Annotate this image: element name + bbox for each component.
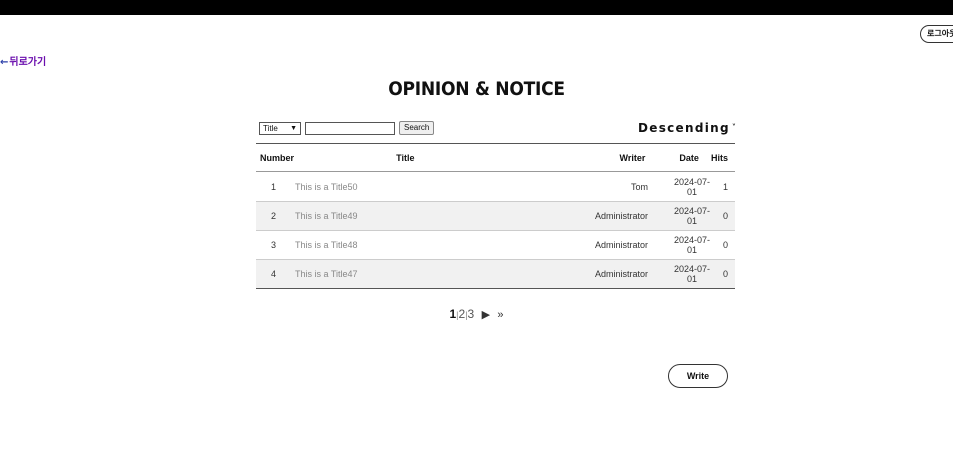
column-header-title: Title [396,152,415,163]
back-link-label: 뒤로가기 [9,57,47,68]
search-filter-select[interactable]: Title ▼ [259,121,301,135]
row-number: 3 [270,240,276,250]
row-date: 2024-07-01 [673,235,711,255]
page: 로그아웃 ←뒤로가기 OPINION & NOTICE Title ▼ Sear… [0,15,953,459]
row-hits: 0 [722,240,728,250]
page-link[interactable]: 3 [468,307,475,321]
row-writer: Tom [630,181,648,192]
row-hits: 0 [722,211,728,221]
sort-dropdown[interactable]: Descending ˅ [638,121,737,135]
next-page-icon[interactable]: ▶ [482,308,490,321]
search-bar: Title ▼ Search [259,121,435,135]
table-row[interactable]: 1 This is a Title50 Tom 2024-07-01 1 [256,172,735,201]
row-hits: 0 [722,269,728,279]
chevron-down-icon: ˅ [731,123,738,132]
page-title: OPINION & NOTICE [388,78,565,100]
row-writer: Administrator [594,269,648,279]
row-number: 4 [270,269,276,279]
table-row[interactable]: 2 This is a Title49 Administrator 2024-0… [256,201,735,230]
column-header-hits: Hits [710,152,728,163]
search-filter-value: Title [263,123,278,133]
page-link-current[interactable]: 1 [449,307,456,321]
write-button[interactable]: Write [668,364,728,388]
row-date: 2024-07-01 [673,264,711,284]
pagination: 1|2|3 ▶ » [0,307,953,321]
table-header-row: Number Title Writer Date Hits [256,144,735,172]
row-title-link[interactable]: This is a Title47 [291,269,491,279]
column-header-date: Date [679,152,699,163]
search-input[interactable] [305,121,395,135]
back-arrow-icon: ← [0,57,9,68]
search-button[interactable]: Search [399,121,435,135]
row-title-link[interactable]: This is a Title50 [291,182,491,192]
table-row[interactable]: 3 This is a Title48 Administrator 2024-0… [256,230,735,259]
row-title-link[interactable]: This is a Title49 [291,211,491,221]
logout-button[interactable]: 로그아웃 [920,25,953,43]
back-link[interactable]: ←뒤로가기 [0,53,46,68]
table-row[interactable]: 4 This is a Title47 Administrator 2024-0… [256,259,735,288]
column-header-writer: Writer [619,152,646,163]
row-writer: Administrator [594,211,648,221]
page-link[interactable]: 2 [459,307,466,321]
row-writer: Administrator [594,240,648,250]
chevron-down-icon: ▼ [290,124,297,132]
sort-label: Descending [638,121,730,135]
board-table: Number Title Writer Date Hits 1 This is … [256,143,735,289]
row-date: 2024-07-01 [673,206,711,226]
row-date: 2024-07-01 [673,176,711,197]
row-number: 1 [270,181,276,192]
column-header-number: Number [260,152,295,163]
row-hits: 1 [722,181,728,192]
row-number: 2 [270,211,276,221]
last-page-icon[interactable]: » [497,309,503,321]
row-title-link[interactable]: This is a Title48 [291,240,491,250]
